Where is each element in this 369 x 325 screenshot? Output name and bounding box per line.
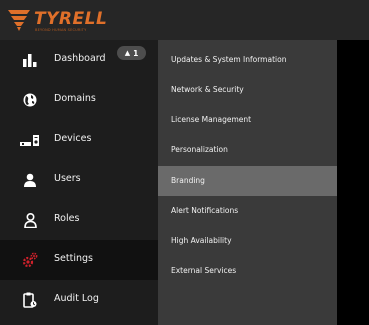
tyrell-logo-icon [8, 10, 30, 31]
tyrell-logo[interactable]: TYRELL BEYOND HUMAN SECURITY [6, 6, 116, 36]
submenu-item-label: Updates & System Information [171, 55, 287, 64]
user-icon [22, 172, 38, 188]
alert-badge[interactable]: ▲ 1 [117, 46, 146, 60]
sidebar-item-domains[interactable]: Domains [0, 80, 158, 120]
sidebar: Dashboard ▲ 1 Domains Devices Users Role… [0, 40, 158, 325]
submenu-item-license-management[interactable]: License Management [158, 105, 337, 135]
content-area [337, 40, 369, 325]
settings-submenu: Updates & System Information Network & S… [158, 40, 337, 325]
bar-chart-icon [22, 52, 38, 68]
sidebar-item-roles[interactable]: Roles [0, 200, 158, 240]
submenu-item-personalization[interactable]: Personalization [158, 135, 337, 165]
sidebar-item-label: Devices [54, 133, 92, 144]
sidebar-item-devices[interactable]: Devices [0, 120, 158, 160]
sidebar-item-dashboard[interactable]: Dashboard ▲ 1 [0, 40, 158, 80]
globe-icon [22, 92, 38, 108]
sidebar-item-label: Dashboard [54, 53, 106, 64]
submenu-item-external-services[interactable]: External Services [158, 256, 337, 286]
sidebar-item-label: Domains [54, 93, 96, 104]
sidebar-item-users[interactable]: Users [0, 160, 158, 200]
brand-tagline: BEYOND HUMAN SECURITY [35, 28, 87, 32]
sidebar-item-label: Roles [54, 213, 80, 224]
submenu-item-label: Network & Security [171, 85, 244, 94]
brand-name: TYRELL [34, 9, 108, 29]
devices-icon [20, 132, 40, 148]
gears-icon [22, 252, 38, 268]
person-outline-icon [22, 212, 38, 228]
submenu-item-label: Branding [171, 176, 205, 185]
warning-triangle-icon: ▲ [124, 49, 131, 57]
sidebar-item-label: Settings [54, 253, 93, 264]
sidebar-item-settings[interactable]: Settings [0, 240, 158, 280]
sidebar-item-label: Users [54, 173, 81, 184]
submenu-item-network-security[interactable]: Network & Security [158, 75, 337, 105]
submenu-item-alert-notifications[interactable]: Alert Notifications [158, 196, 337, 226]
submenu-item-label: High Availability [171, 236, 232, 245]
submenu-item-label: External Services [171, 266, 237, 275]
top-bar: TYRELL BEYOND HUMAN SECURITY [0, 0, 369, 40]
submenu-item-updates[interactable]: Updates & System Information [158, 45, 337, 75]
submenu-item-branding[interactable]: Branding [158, 166, 337, 196]
submenu-item-high-availability[interactable]: High Availability [158, 226, 337, 256]
submenu-item-label: Alert Notifications [171, 206, 239, 215]
sidebar-item-label: Audit Log [54, 293, 99, 304]
submenu-item-label: Personalization [171, 145, 228, 154]
alert-count: 1 [133, 48, 139, 58]
sidebar-item-audit-log[interactable]: Audit Log [0, 280, 158, 320]
submenu-item-label: License Management [171, 115, 252, 124]
clipboard-icon [22, 292, 38, 308]
